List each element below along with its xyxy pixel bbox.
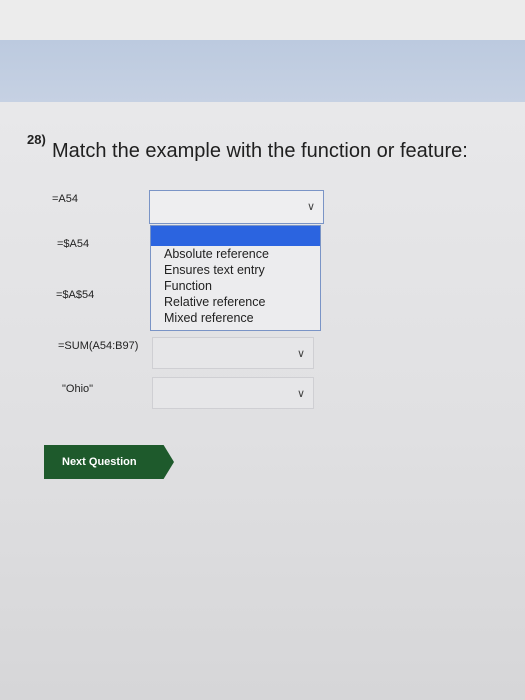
match-dropdown-list[interactable]: Absolute reference Ensures text entry Fu…	[150, 225, 321, 331]
dropdown-option[interactable]: Absolute reference	[151, 246, 320, 262]
example-label-3: =$A$54	[56, 289, 95, 301]
chevron-down-icon: ∨	[306, 201, 315, 213]
dropdown-option[interactable]: Function	[151, 278, 320, 294]
match-select-4[interactable]: ∨	[152, 337, 314, 369]
dropdown-option[interactable]: Mixed reference	[151, 310, 320, 326]
example-label-1: =A54	[52, 193, 78, 205]
match-select-1[interactable]: ∨	[149, 190, 324, 224]
question-text: Match the example with the function or f…	[52, 140, 468, 162]
example-label-4: =SUM(A54:B97)	[58, 340, 139, 352]
highlighted-option[interactable]	[151, 226, 320, 246]
dropdown-option[interactable]: Ensures text entry	[151, 262, 320, 278]
chevron-down-icon: ∨	[296, 388, 305, 400]
question-number: 28)	[27, 132, 46, 147]
next-question-button[interactable]: Next Question	[44, 445, 174, 479]
top-strip	[0, 0, 525, 40]
match-select-5[interactable]: ∨	[152, 377, 314, 409]
example-label-5: "Ohio"	[62, 383, 94, 395]
header-band	[0, 40, 525, 102]
chevron-down-icon: ∨	[296, 348, 305, 360]
example-label-2: =$A54	[57, 238, 90, 250]
dropdown-option[interactable]: Relative reference	[151, 294, 320, 310]
